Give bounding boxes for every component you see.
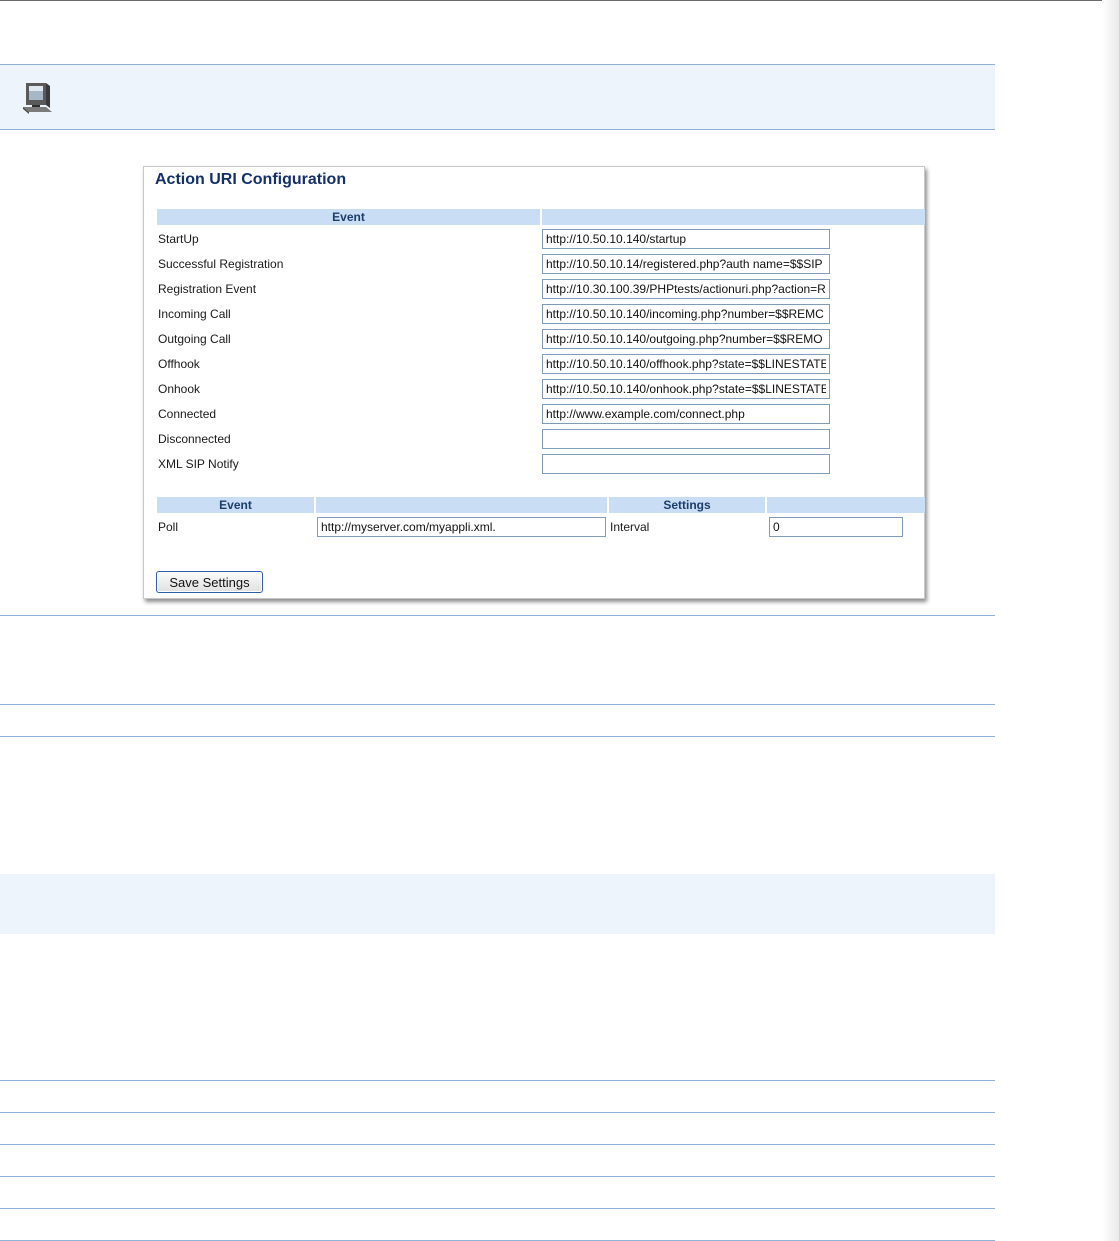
row-label-successful-registration: Successful Registration [158,257,284,271]
event-column-header: Event [157,209,540,225]
offhook-uri-input[interactable] [542,354,830,374]
page-edge [1102,0,1119,1241]
settings-value-header [767,497,925,513]
uri-column-header [542,209,925,225]
poll-uri-header [316,497,607,513]
divider [0,1176,995,1177]
poll-event-header: Event [157,497,314,513]
outgoing-call-uri-input[interactable] [542,329,830,349]
top-rule [0,0,1119,1]
action-uri-panel: Action URI Configuration Event StartUp S… [143,166,925,599]
row-label-offhook: Offhook [158,357,200,371]
connected-uri-input[interactable] [542,404,830,424]
section-band [0,874,995,934]
divider [0,736,995,737]
row-label-incoming-call: Incoming Call [158,307,231,321]
registration-event-uri-input[interactable] [542,279,830,299]
divider [0,1144,995,1145]
incoming-call-uri-input[interactable] [542,304,830,324]
row-label-poll: Poll [158,520,179,534]
poll-uri-input[interactable] [317,517,606,537]
divider [0,1208,995,1209]
divider [0,704,995,705]
divider [0,1080,995,1081]
disconnected-uri-input[interactable] [542,429,830,449]
divider [0,615,995,616]
xml-sip-notify-uri-input[interactable] [542,454,830,474]
interval-input[interactable] [769,517,903,537]
row-label-outgoing-call: Outgoing Call [158,332,231,346]
successful-registration-uri-input[interactable] [542,254,830,274]
row-label-onhook: Onhook [158,382,201,396]
row-label-xml-sip-notify: XML SIP Notify [158,457,239,471]
startup-uri-input[interactable] [542,229,830,249]
settings-header: Settings [609,497,765,513]
row-label-disconnected: Disconnected [158,432,231,446]
row-label-registration-event: Registration Event [158,282,257,296]
page-title: Action URI Configuration [155,171,347,188]
row-label-startup: StartUp [158,232,199,246]
computer-icon [23,83,52,114]
header-band [0,64,995,130]
interval-label: Interval [610,520,650,534]
divider [0,1112,995,1113]
row-label-connected: Connected [158,407,217,421]
onhook-uri-input[interactable] [542,379,830,399]
save-settings-button[interactable]: Save Settings [156,571,263,593]
